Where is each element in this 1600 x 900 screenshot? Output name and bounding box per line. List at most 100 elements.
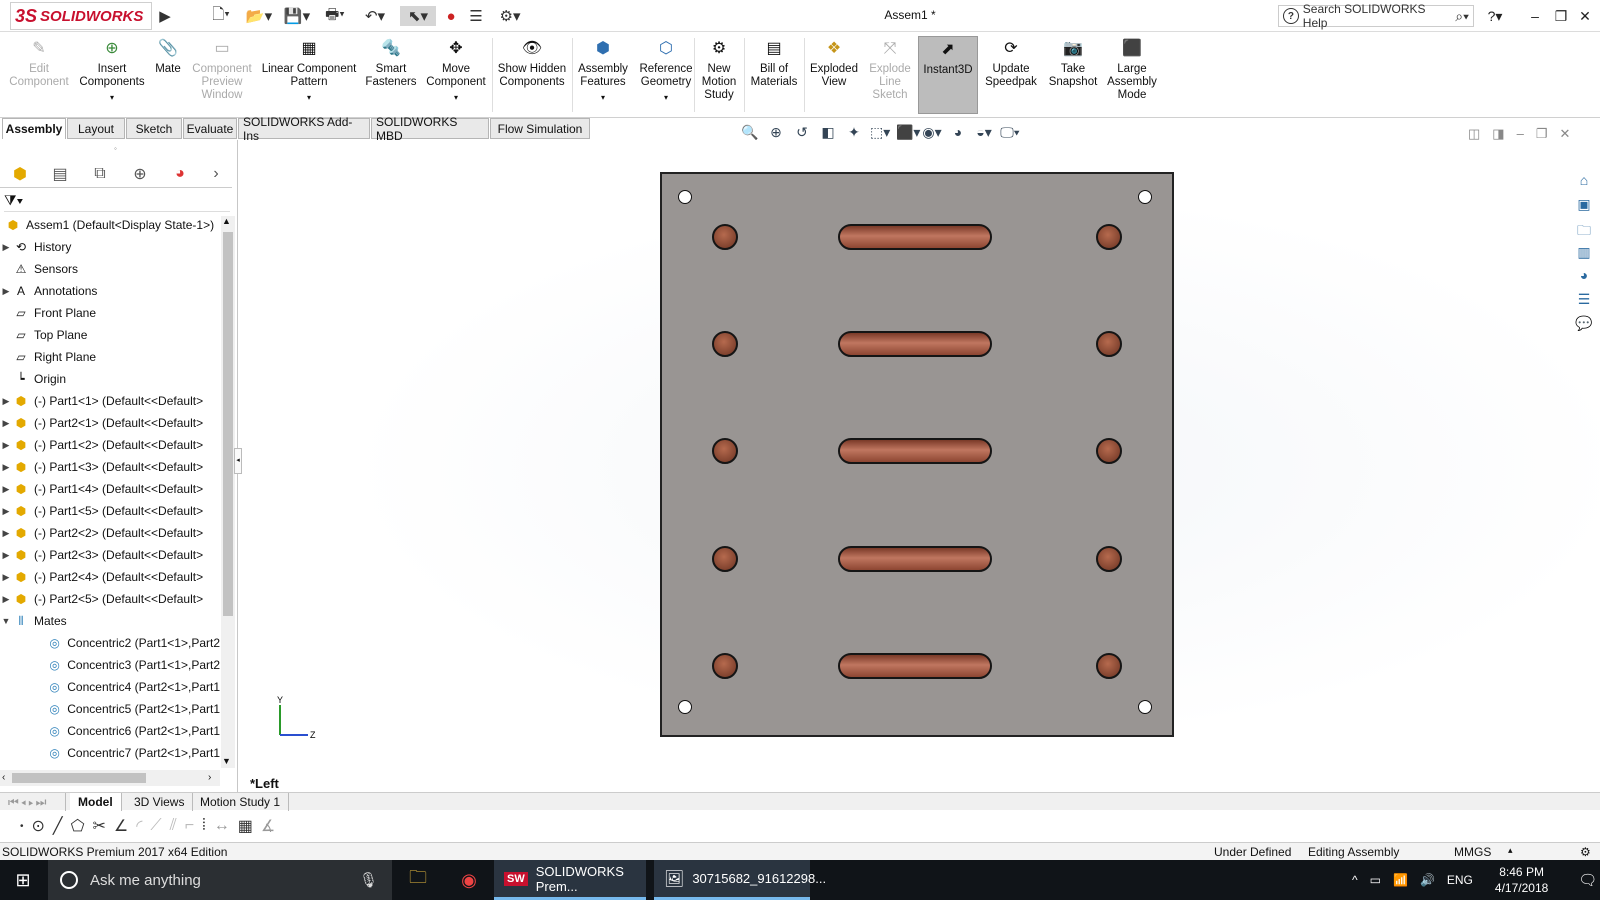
scroll-left-icon[interactable]: ‹ bbox=[2, 772, 5, 783]
flyout-arrow-icon[interactable]: ▶ bbox=[158, 6, 172, 26]
pin-component[interactable] bbox=[712, 224, 738, 250]
large-assembly-mode-button[interactable]: ⬛ Large Assembly Mode bbox=[1104, 36, 1160, 114]
tab-sketch[interactable]: Sketch bbox=[126, 118, 182, 139]
slot-component[interactable] bbox=[838, 224, 992, 250]
tree-mate-item[interactable]: ◎ Concentric2 (Part1<1>,Part2 bbox=[0, 632, 220, 654]
network-icon[interactable]: 📶 bbox=[1393, 873, 1408, 887]
search-icon[interactable]: ⌕▾ bbox=[1455, 8, 1469, 25]
solidworks-logo[interactable]: 3S SOLIDWORKS bbox=[10, 2, 152, 30]
apply-scene-icon[interactable]: ◒▾ bbox=[974, 124, 994, 141]
linear-component-pattern-button[interactable]: ▦ Linear Component Pattern ▾ bbox=[258, 36, 360, 114]
panel-expand-icon[interactable]: › bbox=[200, 165, 232, 183]
angle-line-icon[interactable]: ∠ bbox=[114, 816, 128, 836]
line-icon[interactable]: ╱ bbox=[53, 816, 63, 836]
dropdown-arrow-icon[interactable]: ▾ bbox=[307, 91, 311, 104]
new-document-icon[interactable]: 🗋▾ bbox=[204, 6, 238, 26]
section-view-icon[interactable]: ◧ bbox=[818, 124, 838, 141]
tree-mate-item[interactable]: ◎ Concentric5 (Part2<1>,Part1 bbox=[0, 698, 220, 720]
tab-mbd[interactable]: SOLIDWORKS MBD bbox=[371, 115, 489, 143]
smart-fasteners-button[interactable]: 🔩 Smart Fasteners bbox=[362, 36, 420, 114]
expand-arrow-icon[interactable]: ▶ bbox=[0, 528, 12, 539]
show-hidden-components-button[interactable]: 👁 Show Hidden Components bbox=[496, 36, 568, 114]
extend-icon[interactable]: ⟋ bbox=[150, 817, 161, 835]
move-component-button[interactable]: ✥ Move Component ▾ bbox=[422, 36, 490, 114]
print-icon[interactable]: 🖶▾ bbox=[318, 6, 352, 26]
appearances-icon[interactable]: ◕ bbox=[1572, 267, 1596, 288]
units-arrow-icon[interactable]: ▴ bbox=[1508, 845, 1513, 856]
tree-item[interactable]: ▶ ⬢ (-) Part2<2> (Default<<Default> bbox=[0, 522, 220, 544]
horizontal-dimension-icon[interactable]: ↔ bbox=[214, 817, 230, 835]
insert-components-button[interactable]: ⊕ Insert Components ▾ bbox=[76, 36, 148, 114]
tab-evaluate[interactable]: Evaluate bbox=[183, 118, 237, 139]
chrome-icon[interactable]: ◉ bbox=[452, 860, 486, 900]
panel-splitter-handle[interactable]: ◂ bbox=[234, 448, 242, 474]
status-settings-icon[interactable]: ⚙ bbox=[1580, 845, 1591, 859]
slot-component[interactable] bbox=[838, 546, 992, 572]
polygon-icon[interactable]: ⬠ bbox=[71, 816, 85, 836]
fillet-icon[interactable]: ◜ bbox=[136, 816, 142, 836]
tray-chevron-icon[interactable]: ^ bbox=[1352, 873, 1358, 887]
battery-icon[interactable]: ▭ bbox=[1370, 873, 1381, 887]
viewport-minimize-icon[interactable]: – bbox=[1517, 126, 1524, 142]
file-properties-icon[interactable]: ☰ bbox=[466, 6, 486, 26]
tree-item[interactable]: ▶ A Annotations bbox=[0, 280, 220, 302]
corner-icon[interactable]: ⌐ bbox=[185, 817, 194, 835]
cortana-search[interactable]: Ask me anything 🎙 bbox=[48, 860, 392, 900]
tab-addins[interactable]: SOLIDWORKS Add-Ins bbox=[238, 115, 370, 143]
edit-component-button[interactable]: ✎ Edit Component bbox=[4, 36, 74, 114]
pin-component[interactable] bbox=[1096, 653, 1122, 679]
tree-item[interactable]: ▶ ⬢ (-) Part2<1> (Default<<Default> bbox=[0, 412, 220, 434]
circle-icon[interactable]: ⊙ bbox=[32, 816, 45, 836]
expand-arrow-icon[interactable]: ▶ bbox=[0, 594, 12, 605]
dimxpert-icon[interactable]: ⊕ bbox=[120, 164, 160, 184]
tree-item[interactable]: ▶ ⬢ (-) Part1<5> (Default<<Default> bbox=[0, 500, 220, 522]
undo-icon[interactable]: ↶▾ bbox=[356, 6, 394, 26]
expand-arrow-icon[interactable]: ▶ bbox=[0, 396, 12, 407]
mate-button[interactable]: 📎 Mate bbox=[150, 36, 186, 114]
options-gear-icon[interactable]: ⚙▾ bbox=[492, 6, 528, 26]
tab-layout[interactable]: Layout bbox=[67, 118, 125, 139]
custom-properties-icon[interactable]: ☰ bbox=[1572, 291, 1596, 312]
tree-item[interactable]: ▱ Right Plane bbox=[0, 346, 220, 368]
tree-item[interactable]: ▱ Front Plane bbox=[0, 302, 220, 324]
zoom-to-fit-icon[interactable]: 🔍 bbox=[740, 124, 760, 141]
design-library-icon[interactable]: ▣ bbox=[1572, 196, 1596, 217]
close-icon[interactable]: ✕ bbox=[1574, 6, 1596, 26]
dropdown-arrow-icon[interactable]: ▾ bbox=[110, 91, 114, 104]
expand-arrow-icon[interactable]: ▶ bbox=[0, 550, 12, 561]
forum-icon[interactable]: 💬 bbox=[1572, 315, 1596, 336]
open-folder-icon[interactable]: 📂▾ bbox=[242, 6, 276, 26]
grid-icon[interactable]: ▦ bbox=[238, 816, 253, 836]
home-icon[interactable]: ⌂ bbox=[1572, 172, 1596, 193]
collapse-right-icon[interactable]: ◨ bbox=[1492, 126, 1504, 142]
taskbar-solidworks[interactable]: SW SOLIDWORKS Prem... bbox=[494, 860, 646, 900]
tree-item[interactable]: ⚠ Sensors bbox=[0, 258, 220, 280]
zoom-to-area-icon[interactable]: ⊕ bbox=[766, 124, 786, 141]
corner-hole[interactable] bbox=[678, 190, 692, 204]
tree-item[interactable]: ▱ Top Plane bbox=[0, 324, 220, 346]
restore-icon[interactable]: ❐ bbox=[1550, 6, 1572, 26]
units-selector[interactable]: MMGS bbox=[1454, 845, 1491, 859]
pin-component[interactable] bbox=[1096, 224, 1122, 250]
expand-arrow-icon[interactable]: ▶ bbox=[0, 462, 12, 473]
new-motion-study-button[interactable]: ⚙ New Motion Study bbox=[696, 36, 742, 114]
filter-icon[interactable]: ⧩▾ bbox=[4, 192, 23, 208]
volume-icon[interactable]: 🔊 bbox=[1420, 873, 1435, 887]
tree-item[interactable]: ▶ ⬢ (-) Part1<3> (Default<<Default> bbox=[0, 456, 220, 478]
taskbar-image-viewer[interactable]: 🖼 30715682_91612298... bbox=[654, 860, 826, 900]
tab-3d-views[interactable]: 3D Views bbox=[126, 793, 194, 811]
dropdown-arrow-icon[interactable]: ▾ bbox=[454, 91, 458, 104]
pin-component[interactable] bbox=[1096, 546, 1122, 572]
tree-mate-item[interactable]: ◎ Concentric7 (Part2<1>,Part1 bbox=[0, 742, 220, 764]
tree-item[interactable]: ▶ ⬢ (-) Part2<3> (Default<<Default> bbox=[0, 544, 220, 566]
corner-hole[interactable] bbox=[1138, 190, 1152, 204]
take-snapshot-button[interactable]: 📷 Take Snapshot bbox=[1044, 36, 1102, 114]
file-explorer-taskbar-icon[interactable]: 🗀 bbox=[404, 860, 432, 900]
property-manager-icon[interactable]: ▤ bbox=[40, 164, 80, 184]
dimension-icon[interactable]: ⦙ bbox=[202, 817, 206, 835]
tree-root[interactable]: ⬢ Assem1 (Default<Display State-1>) bbox=[4, 214, 224, 236]
tree-filter[interactable]: ⧩▾ bbox=[4, 192, 230, 212]
configuration-manager-icon[interactable]: ⧉ bbox=[80, 165, 120, 183]
tree-scroll-thumb[interactable] bbox=[223, 232, 233, 616]
corner-hole[interactable] bbox=[678, 700, 692, 714]
